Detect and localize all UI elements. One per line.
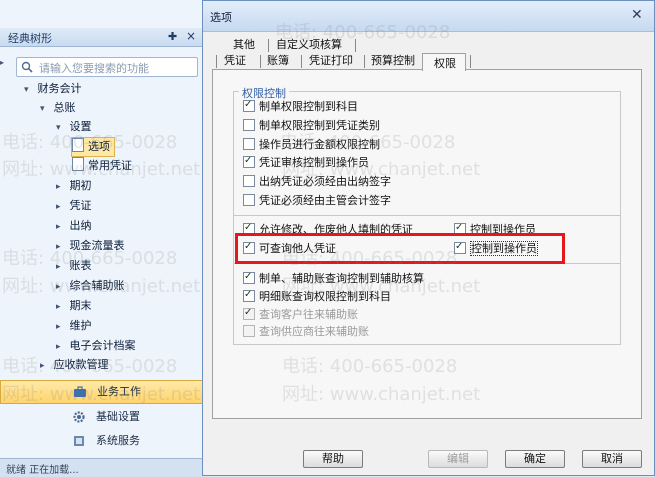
left-edge-arrows: ▸ [0,58,8,358]
chevron-down-icon: ▾ [40,104,45,114]
tab-voucher[interactable]: 凭证 [224,53,246,69]
tree-node-cashier[interactable]: ▸ 出纳 [56,217,92,235]
chevron-right-icon: ▸ [56,202,61,212]
tab-budget-control[interactable]: 预算控制 [371,53,415,69]
dialog-title: 选项 [210,11,232,24]
expand-arrow-icon[interactable]: ▸ [0,58,4,67]
chevron-right-icon: ▸ [56,222,61,232]
search-icon [21,61,33,73]
chevron-right-icon: ▸ [56,302,61,312]
ok-button[interactable]: 确定 [505,450,565,468]
nav-basic-settings[interactable]: 基础设置 [0,406,205,428]
watermark: 网址: www.chanjet.net [2,384,201,405]
watermark: 电话: 400-665-0028 [282,248,458,269]
tab-voucher-print[interactable]: 凭证打印 [309,53,353,69]
help-button[interactable]: 帮助 [303,450,363,468]
watermark: 电话: 400-665-0028 [2,132,178,153]
search-placeholder: 请输入您要搜索的功能 [39,62,149,75]
watermark: 网址: www.chanjet.net [282,159,481,180]
watermark: 电话: 400-665-0028 [2,356,178,377]
watermark: 网址: www.chanjet.net [282,276,481,297]
chevron-right-icon: ▸ [56,322,61,332]
tab-permissions-active[interactable]: 权限 [422,53,466,71]
tab-divider [216,55,217,68]
tree-node-general-ledger[interactable]: ▾ 总账 [40,99,76,117]
watermark: 网址: www.chanjet.net [282,384,481,405]
close-icon[interactable]: ✕ [631,7,643,23]
panel-header: 经典树形 ✚ × [0,28,205,47]
watermark: 电话: 400-665-0028 [280,132,456,153]
tree-node-voucher[interactable]: ▸ 凭证 [56,197,92,215]
close-icon[interactable]: × [186,29,196,43]
watermark: 电话: 400-665-0028 [282,356,458,377]
tab-divider [301,55,302,68]
tools-icon [74,436,84,446]
tree-node-maintenance[interactable]: ▸ 维护 [56,317,92,335]
tree-node-financial-accounting[interactable]: ▾ 财务会计 [24,80,82,98]
cancel-button[interactable]: 取消 [582,450,642,468]
nav-system-service[interactable]: 系统服务 [0,430,205,452]
divider [233,215,621,216]
status-bar: 就绪 正在加载... [0,458,205,477]
status-text: 就绪 正在加载... [6,465,79,476]
edit-button[interactable]: 编辑 [428,450,488,468]
watermark: 网址: www.chanjet.net [2,276,201,297]
tab-divider [470,55,471,68]
checkbox-voucher-perm-to-account[interactable]: 制单权限控制到科目 [243,98,358,114]
checkbox-supplier-aux-ledger[interactable]: 查询供应商往来辅助账 [243,325,369,339]
watermark: 网址: www.chanjet.net [2,159,201,180]
tab-other[interactable]: 其他 [233,37,255,53]
tab-divider [364,55,365,68]
watermark: 电话: 400-665-0028 [2,248,178,269]
pin-icon[interactable]: ✚ [168,30,177,43]
chevron-down-icon: ▾ [24,85,29,95]
gear-icon [73,411,85,423]
tab-divider [268,39,269,52]
search-input[interactable]: 请输入您要搜索的功能 [16,57,198,77]
tab-divider [260,55,261,68]
panel-title: 经典树形 [8,32,52,45]
watermark: 电话: 400-665-0028 [275,22,451,43]
tab-ledger[interactable]: 账簿 [267,53,289,69]
tree-node-period-end[interactable]: ▸ 期末 [56,297,92,315]
checkbox-customer-aux-ledger[interactable]: 查询客户往来辅助账 [243,306,358,322]
checkbox-supervisor-sign[interactable]: 凭证必须经由主管会计签字 [243,194,391,208]
